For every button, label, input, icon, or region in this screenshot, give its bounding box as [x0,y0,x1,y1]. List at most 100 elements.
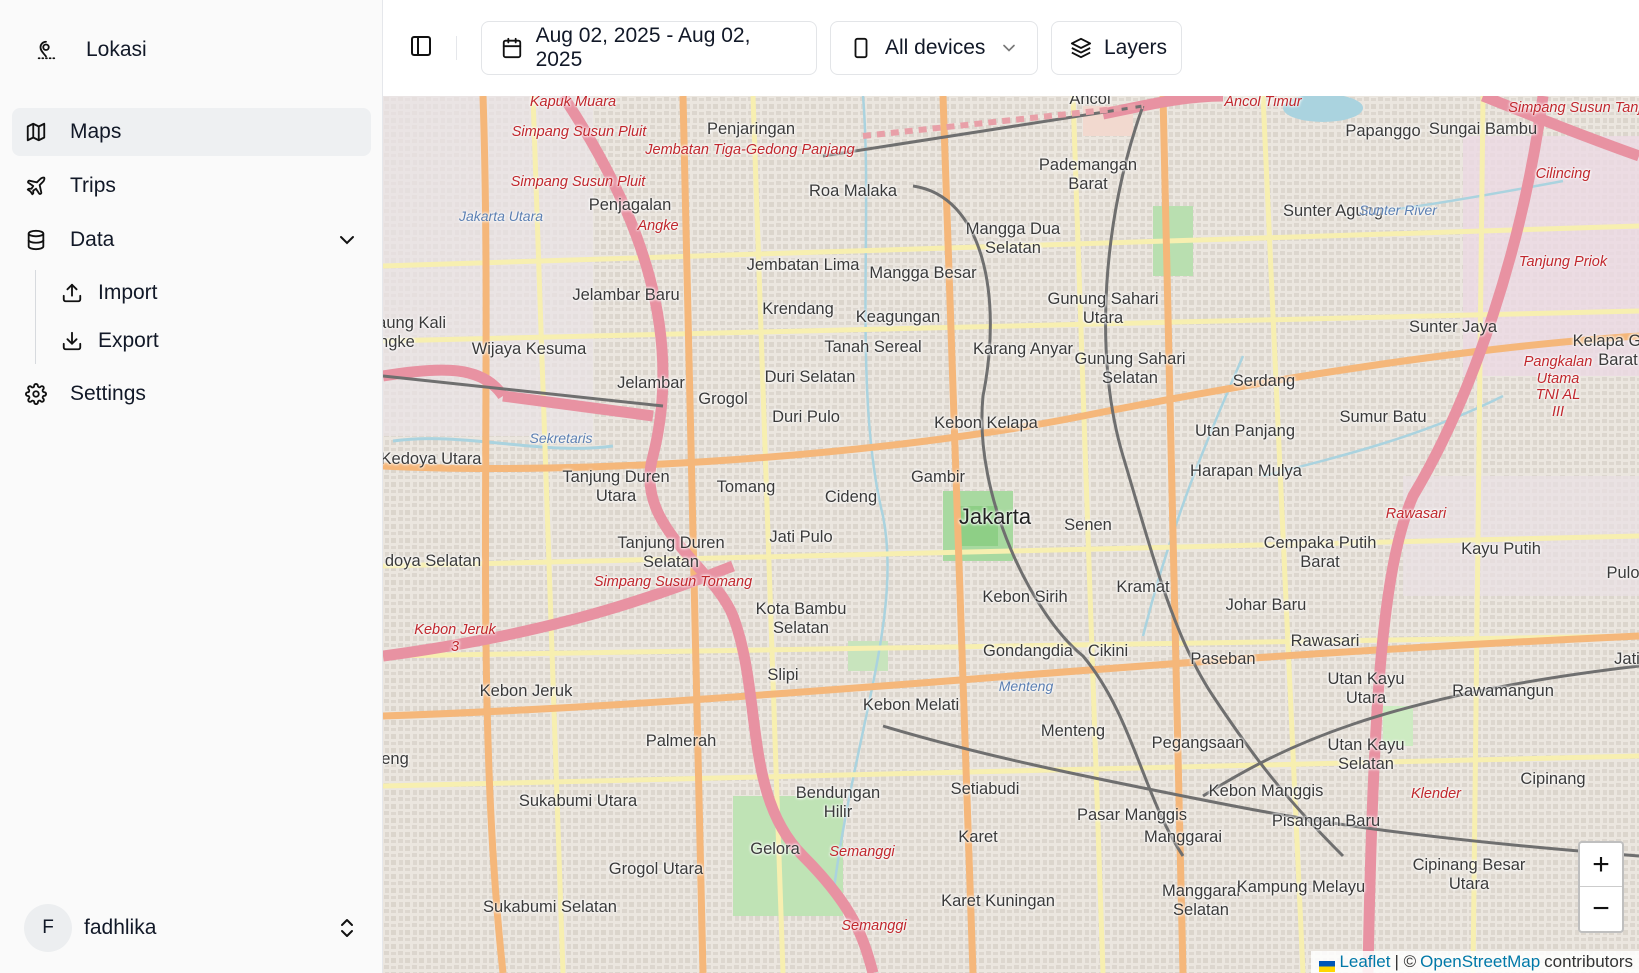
map-label: Sukabumi Selatan [483,898,617,916]
date-range-label: Aug 02, 2025 - Aug 02, 2025 [535,24,751,71]
device-select[interactable]: All devices [830,21,1038,75]
sidebar-item-maps[interactable]: Maps [12,108,371,156]
map-label: Jakarta [958,504,1032,529]
map-label: Semanggi [841,918,907,934]
map-label: Grogol [698,390,748,408]
sidebar-item-trips[interactable]: Trips [12,162,371,210]
upload-icon [60,281,84,305]
zoom-out-button[interactable]: − [1580,887,1622,931]
osm-link[interactable]: OpenStreetMap [1420,952,1540,972]
main-content: Aug 02, 2025 - Aug 02, 2025 All devices … [383,0,1639,973]
sidebar-item-label: Import [98,281,158,304]
map-label: Penjagalan [588,196,672,214]
map-label: Rawasari [1385,506,1447,522]
map-label: Simpang Susun Tomang [593,574,753,590]
sidebar-item-label: Settings [70,382,146,405]
sidebar-item-import[interactable]: Import [48,270,371,316]
map-label: Tanjung Duren Utara [562,468,670,505]
map-label: Pademangan Barat [1038,156,1138,193]
ukraine-flag-icon [1319,957,1336,972]
map-label: Tanah Sereal [824,338,922,356]
map-icon [24,120,48,144]
map-label: Kebon Jeruk [479,682,573,700]
leaflet-link[interactable]: Leaflet [1339,952,1390,972]
date-range-button[interactable]: Aug 02, 2025 - Aug 02, 2025 [481,21,817,75]
map-label: Menteng [998,678,1054,694]
map-label: Tanjung Priok [1518,254,1608,270]
user-menu[interactable]: F fadhlika [12,899,371,957]
map-label: Cilincing [1535,166,1591,182]
map-label: Papanggo [1345,122,1421,140]
sidebar-item-label: Trips [70,174,116,197]
map-label: Pisangan Baru [1271,812,1381,830]
map-label: Simpang Susun Pluit [511,124,647,140]
map-label: Kebon Sirih [982,588,1068,606]
map-label: daung Kali Angke [383,314,446,351]
sidebar: Lokasi Maps Trips Data Import Export Set… [0,0,383,973]
map-label: Simpang Susun Tanjun [1508,100,1639,116]
map-label: Gambir [910,468,966,486]
chevron-down-icon[interactable] [335,228,359,252]
map-label: Jati [1614,650,1639,668]
map-label: Roa Malaka [808,182,898,200]
map-label: Pegangsaan [1151,734,1245,752]
map-label: Sunter Jaya [1408,318,1498,336]
map-label: Karang Anyar [973,340,1073,358]
map-label: Palmerah [645,732,717,750]
sidebar-toggle-icon[interactable] [409,34,435,60]
map-label: Cipinang Besar Utara [1412,856,1526,893]
map-label: Kebon Melati [862,696,960,714]
map-label: Tanjung Duren Selatan [617,534,725,571]
zoom-in-button[interactable]: + [1580,843,1622,887]
map-label: Johar Baru [1225,596,1307,614]
sidebar-nav: Maps Trips Data Import Export Settings [12,108,371,424]
sidebar-item-settings[interactable]: Settings [12,370,371,418]
download-icon [60,329,84,353]
user-name: fadhlika [84,916,157,939]
sidebar-item-data[interactable]: Data [12,216,371,264]
map-label: Rawamangun [1452,682,1554,700]
map-label: Pangkalan Utama TNI AL III [1523,354,1593,421]
map-label: Cikini [1087,642,1129,660]
map-label: Sunter River [1359,202,1437,218]
smartphone-icon [849,36,873,60]
map-view[interactable]: Kapuk Muara Penjaringan Ancol Ancol Timu… [383,96,1639,973]
map-label: Kebon Kelapa [934,414,1038,432]
map-label: Jembatan Lima [746,256,860,274]
device-select-label: All devices [885,36,986,59]
map-label: Wijaya Kesuma [471,340,587,358]
map-label: doya Selatan [384,552,482,570]
map-label: Gondangdia [983,642,1073,660]
map-label: Karet [958,828,998,846]
map-label: Karet Kuningan [941,892,1055,910]
map-label: Mangga Besar [869,264,977,282]
layers-button[interactable]: Layers [1051,21,1182,75]
map-label: Utan Kayu Selatan [1327,736,1405,773]
attribution-separator: | © [1394,952,1417,971]
map-label: Pulo [1606,564,1639,582]
brand[interactable]: Lokasi [24,30,147,70]
map-label: Duri Pulo [772,408,840,426]
zoom-control: + − [1578,841,1624,933]
calendar-icon [500,36,524,60]
map-label: Gelora [750,840,800,858]
map-label: Harapan Mulya [1190,462,1302,480]
map-label: Sukabumi Utara [518,792,638,810]
sidebar-item-export[interactable]: Export [48,318,371,364]
map-label: Jembatan Tiga-Gedong Panjang [645,142,855,158]
map-label: Keagungan [855,308,941,326]
location-pin-logo-icon [24,30,68,70]
app-root: Lokasi Maps Trips Data Import Export Set… [0,0,1639,973]
map-attribution: Leaflet | © OpenStreetMap contributors [1311,951,1639,973]
map-label: Sumur Batu [1339,408,1427,426]
map-label: Pasar Manggis [1076,806,1188,824]
database-icon [24,228,48,252]
map-label: Mangga Dua Selatan [965,220,1061,257]
map-label: Tomang [716,478,776,496]
map-label: Rawasari [1290,632,1360,650]
chevrons-up-down-icon [335,916,359,940]
toolbar-divider [456,36,457,60]
map-label: Gunung Sahari Utara [1047,290,1159,327]
map-label: Serdang [1232,372,1296,390]
map-label: Manggarai [1144,828,1222,846]
